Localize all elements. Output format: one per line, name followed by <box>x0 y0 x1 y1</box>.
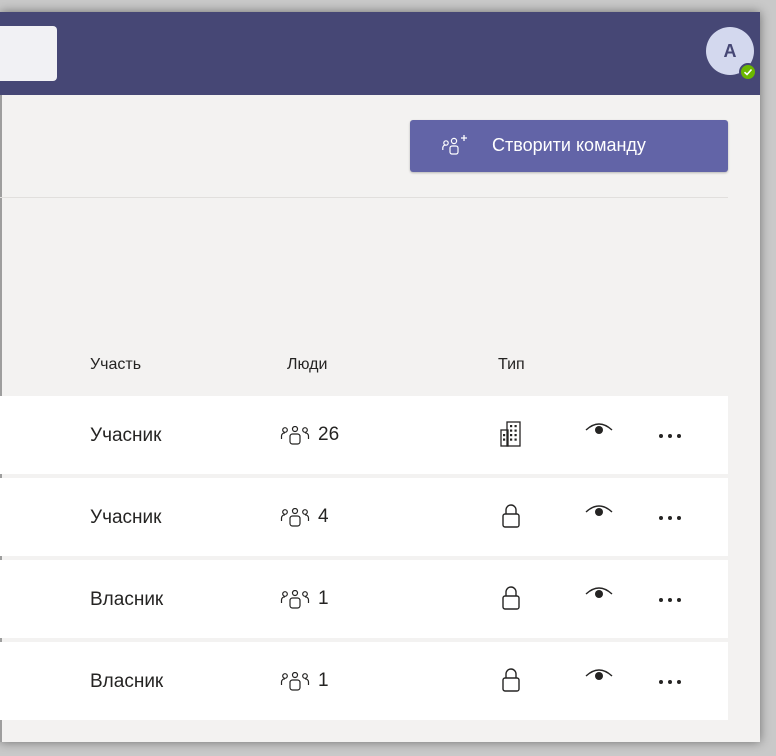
team-row[interactable]: Учасник 4 <box>0 478 728 556</box>
people-count-value: 26 <box>318 424 340 445</box>
more-options-icon[interactable] <box>658 515 682 521</box>
more-options-icon[interactable] <box>658 679 682 685</box>
people-count-value: 1 <box>318 670 329 691</box>
role-cell: Власник <box>90 671 164 692</box>
lock-icon <box>502 504 520 528</box>
team-row[interactable]: Власник 1 <box>0 642 728 720</box>
lock-icon <box>502 586 520 610</box>
create-team-label: Створити команду <box>492 135 646 155</box>
create-team-button[interactable]: Створити команду <box>410 120 728 172</box>
section-divider <box>0 197 728 198</box>
more-options-icon[interactable] <box>658 597 682 603</box>
building-icon <box>500 421 521 447</box>
eye-icon[interactable] <box>584 501 614 519</box>
status-available-badge <box>739 63 757 81</box>
top-bar: A <box>0 12 760 95</box>
column-header-type: Тип <box>498 356 525 373</box>
more-options-icon[interactable] <box>658 433 682 439</box>
avatar-initial: A <box>723 41 737 61</box>
add-people-icon <box>442 135 467 155</box>
people-icon <box>280 508 310 527</box>
checkmark-icon <box>743 68 753 76</box>
people-count-value: 4 <box>318 506 329 527</box>
people-icon <box>280 672 310 691</box>
eye-icon[interactable] <box>584 419 614 437</box>
role-cell: Учасник <box>90 425 162 446</box>
people-icon <box>280 590 310 609</box>
people-icon <box>280 426 310 445</box>
column-header-role: Участь <box>90 356 142 373</box>
search-input[interactable] <box>0 26 57 81</box>
eye-icon[interactable] <box>584 665 614 683</box>
lock-icon <box>502 668 520 692</box>
teams-window: A Створити команду Участь Люди Тип Учасн… <box>0 12 760 742</box>
role-cell: Власник <box>90 589 164 610</box>
column-header-people: Люди <box>287 356 328 373</box>
team-row[interactable]: Власник 1 <box>0 560 728 638</box>
eye-icon[interactable] <box>584 583 614 601</box>
role-cell: Учасник <box>90 507 162 528</box>
people-count-value: 1 <box>318 588 329 609</box>
team-row[interactable]: Учасник 26 <box>0 396 728 474</box>
